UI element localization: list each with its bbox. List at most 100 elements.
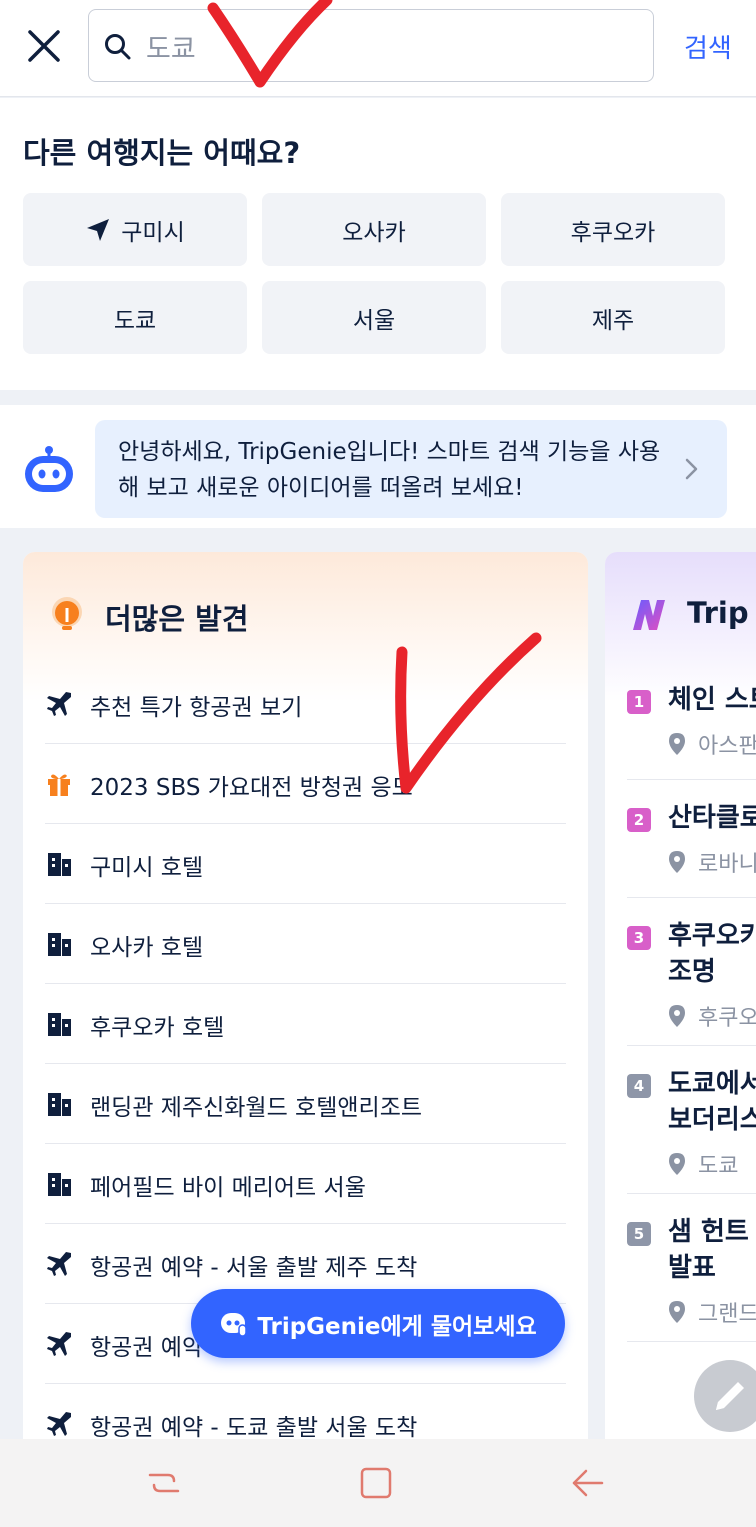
location-pin-icon	[669, 851, 685, 873]
chip-label: 오사카	[342, 219, 406, 246]
trending-item[interactable]: 2 산타클로로바니	[627, 780, 756, 898]
edit-button[interactable]	[694, 1360, 756, 1432]
trending-item-location: 그랜드	[668, 1296, 756, 1328]
close-button[interactable]	[22, 24, 66, 68]
trending-item-location: 후쿠오	[668, 1000, 756, 1032]
location-arrow-icon	[87, 218, 110, 241]
trending-item-name: 후쿠오카	[668, 921, 756, 951]
trending-item-name: 발표	[668, 1253, 716, 1283]
chip-destination[interactable]: 후쿠오카	[501, 193, 725, 266]
trending-item-name: 체인 스트	[668, 685, 756, 715]
trending-card: Trip T 1 체인 스트아스판 2 산타클로로바니 3 후쿠오카조명후쿠오 4 도쿄에서보…	[605, 552, 756, 1452]
search-icon	[105, 34, 131, 60]
rank-badge: 3	[627, 926, 651, 950]
location-pin-icon	[669, 1301, 685, 1323]
list-item[interactable]: 랜딩관 제주신화월드 호텔앤리조트	[45, 1064, 566, 1144]
red-checkmark-annotation	[207, 0, 333, 88]
rank-badge: 4	[627, 1074, 651, 1098]
trending-item-name: 조명	[668, 957, 716, 987]
chip-label: 제주	[591, 307, 635, 334]
gift-icon	[45, 770, 73, 798]
search-input[interactable]: 도쿄	[88, 9, 654, 82]
trending-item[interactable]: 4 도쿄에서보더리스도쿄	[627, 1046, 756, 1194]
list-item-label: 랜딩관 제주신화월드 호텔앤리조트	[90, 1095, 423, 1121]
list-item-label: 후쿠오카 호텔	[90, 1015, 225, 1041]
system-nav-bar	[0, 1439, 756, 1527]
home-icon[interactable]	[356, 1463, 396, 1503]
robot-icon	[25, 446, 73, 492]
tripgenie-bubble[interactable]: 안녕하세요, TripGenie입니다! 스마트 검색 기능을 사용해 보고 새…	[95, 420, 727, 518]
recent-apps-icon[interactable]	[144, 1463, 184, 1503]
list-item-label: 구미시 호텔	[90, 855, 204, 881]
location-label: 아스판	[698, 734, 756, 759]
tripgenie-text: 안녕하세요, TripGenie입니다! 스마트 검색 기능을 사용해 보고 새…	[118, 439, 661, 501]
suggestions-heading: 다른 여행지는 어때요?	[23, 136, 301, 170]
chip-destination[interactable]: 서울	[262, 281, 486, 354]
rank-badge: 2	[627, 808, 651, 832]
search-button[interactable]: 검색	[684, 28, 732, 65]
trending-title: Trip T	[687, 596, 756, 630]
list-item-label: 2023 SBS 가요대전 방청권 응모	[90, 775, 413, 801]
trending-item-name: 보더리스	[668, 1105, 756, 1135]
list-item-label: 페어필드 바이 메리어트 서울	[90, 1175, 366, 1201]
plane-icon	[45, 690, 73, 718]
chip-current-location[interactable]: 구미시	[23, 193, 247, 266]
discover-title: 더많은 발견	[105, 602, 249, 636]
close-icon	[28, 30, 60, 62]
hotel-icon	[45, 930, 73, 958]
chip-label: 서울	[352, 307, 396, 334]
destination-suggestions: 다른 여행지는 어때요? 구미시 오사카 후쿠오카 도쿄 서울 제주	[0, 98, 756, 390]
hotel-icon	[45, 1170, 73, 1198]
search-placeholder: 도쿄	[146, 34, 196, 65]
location-pin-icon	[669, 733, 685, 755]
rank-badge: 1	[627, 690, 651, 714]
trending-item-name: 산타클로	[668, 803, 756, 833]
list-item[interactable]: 페어필드 바이 메리어트 서울	[45, 1144, 566, 1224]
location-label: 그랜드	[698, 1302, 756, 1327]
trip-logo-icon	[633, 600, 665, 630]
lightbulb-icon	[52, 597, 82, 630]
list-item[interactable]: 오사카 호텔	[45, 904, 566, 984]
trending-item[interactable]: 3 후쿠오카조명후쿠오	[627, 898, 756, 1046]
trending-item-location: 로바니	[668, 846, 756, 878]
chip-destination[interactable]: 오사카	[262, 193, 486, 266]
chip-label: 후쿠오카	[570, 219, 656, 246]
chip-destination[interactable]: 도쿄	[23, 281, 247, 354]
location-label: 도쿄	[698, 1154, 739, 1179]
ask-tripgenie-button[interactable]: TripGenie에게 물어보세요	[191, 1289, 565, 1358]
trending-item[interactable]: 5 샘 헌트 발표 그랜드	[627, 1194, 756, 1342]
list-item[interactable]: 후쿠오카 호텔	[45, 984, 566, 1064]
back-icon[interactable]	[568, 1463, 608, 1503]
plane-icon	[45, 1410, 73, 1438]
plane-icon	[45, 1330, 73, 1358]
rank-badge: 5	[627, 1222, 651, 1246]
red-checkmark-annotation	[395, 632, 542, 794]
tripgenie-banner: 안녕하세요, TripGenie입니다! 스마트 검색 기능을 사용해 보고 새…	[0, 405, 756, 528]
plane-icon	[45, 1250, 73, 1278]
location-pin-icon	[669, 1005, 685, 1027]
pencil-icon	[716, 1382, 744, 1410]
ask-tripgenie-label: TripGenie에게 물어보세요	[257, 1313, 537, 1340]
chip-destination[interactable]: 제주	[501, 281, 725, 354]
chip-label: 도쿄	[113, 307, 157, 334]
list-item-label: 항공권 예약 - 도쿄 출발 서울 도착	[90, 1415, 418, 1441]
chip-label: 구미시	[121, 219, 185, 246]
list-item-label: 오사카 호텔	[90, 935, 204, 961]
location-label: 로바니	[698, 852, 756, 877]
trending-item-location: 아스판	[668, 728, 756, 760]
hotel-icon	[45, 850, 73, 878]
list-item-label: 추천 특가 항공권 보기	[90, 695, 303, 721]
list-item-label: 항공권 예약	[90, 1335, 204, 1361]
trending-item[interactable]: 1 체인 스트아스판	[627, 662, 756, 780]
hotel-icon	[45, 1010, 73, 1038]
location-label: 후쿠오	[698, 1006, 756, 1031]
chevron-right-icon	[685, 458, 698, 480]
location-pin-icon	[669, 1153, 685, 1175]
search-header: 도쿄 검색	[0, 0, 756, 97]
list-item-label: 항공권 예약 - 서울 출발 제주 도착	[90, 1255, 418, 1281]
trending-item-location: 도쿄	[668, 1148, 738, 1180]
list-item[interactable]: 구미시 호텔	[45, 824, 566, 904]
hotel-icon	[45, 1090, 73, 1118]
genie-mic-icon	[221, 1312, 248, 1337]
trending-item-name: 도쿄에서	[668, 1069, 756, 1099]
